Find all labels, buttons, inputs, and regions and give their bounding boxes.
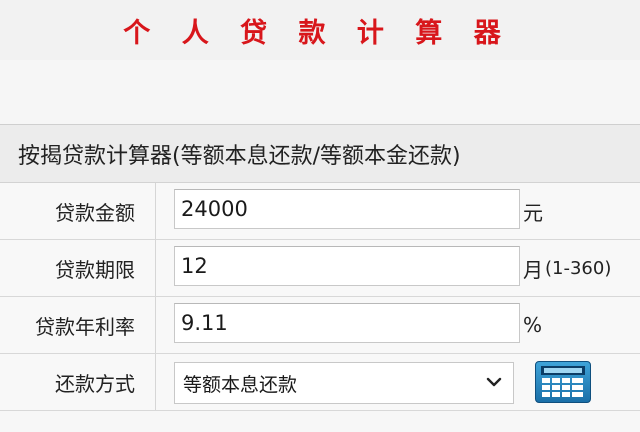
calculator-icon [541, 366, 585, 397]
interest-rate-cell: % [157, 297, 640, 353]
term-range-hint: (1-360) [545, 257, 612, 279]
term-unit-text: 月 [523, 257, 543, 282]
page-title: 个 人 贷 款 计 算 器 [123, 17, 512, 49]
interest-rate-row: 贷款年利率 % [0, 297, 640, 354]
repayment-method-value: 等额本息还款 [183, 373, 298, 396]
loan-term-unit: 月 (1-360) [523, 240, 611, 296]
chevron-down-icon [486, 377, 502, 387]
loan-amount-unit: 元 [523, 183, 543, 239]
interest-rate-input[interactable] [174, 303, 520, 343]
loan-amount-row: 贷款金额 元 [0, 183, 640, 240]
rate-unit-text: % [523, 313, 543, 337]
interest-rate-unit: % [523, 297, 542, 353]
loan-amount-label: 贷款金额 [0, 183, 156, 239]
repayment-method-row: 还款方式 等额本息还款 [0, 354, 640, 411]
loan-term-row: 贷款期限 月 (1-360) [0, 240, 640, 297]
amount-unit-text: 元 [523, 200, 543, 225]
repayment-method-select[interactable]: 等额本息还款 [174, 362, 514, 404]
calculator-panel: 按揭贷款计算器(等额本息还款/等额本金还款) 贷款金额 元 贷款期限 月 (1-… [0, 124, 640, 432]
loan-term-input[interactable] [174, 246, 520, 286]
repayment-method-cell: 等额本息还款 [157, 354, 640, 410]
repayment-method-label: 还款方式 [0, 354, 156, 410]
loan-term-label: 贷款期限 [0, 240, 156, 296]
loan-amount-input[interactable] [174, 189, 520, 229]
panel-heading: 按揭贷款计算器(等额本息还款/等额本金还款) [0, 125, 640, 183]
title-bar: 个 人 贷 款 计 算 器 [0, 0, 640, 60]
loan-term-cell: 月 (1-360) [157, 240, 640, 296]
interest-rate-label: 贷款年利率 [0, 297, 156, 353]
spacer [0, 60, 640, 124]
calculate-button[interactable] [535, 361, 591, 403]
loan-amount-cell: 元 [157, 183, 640, 239]
